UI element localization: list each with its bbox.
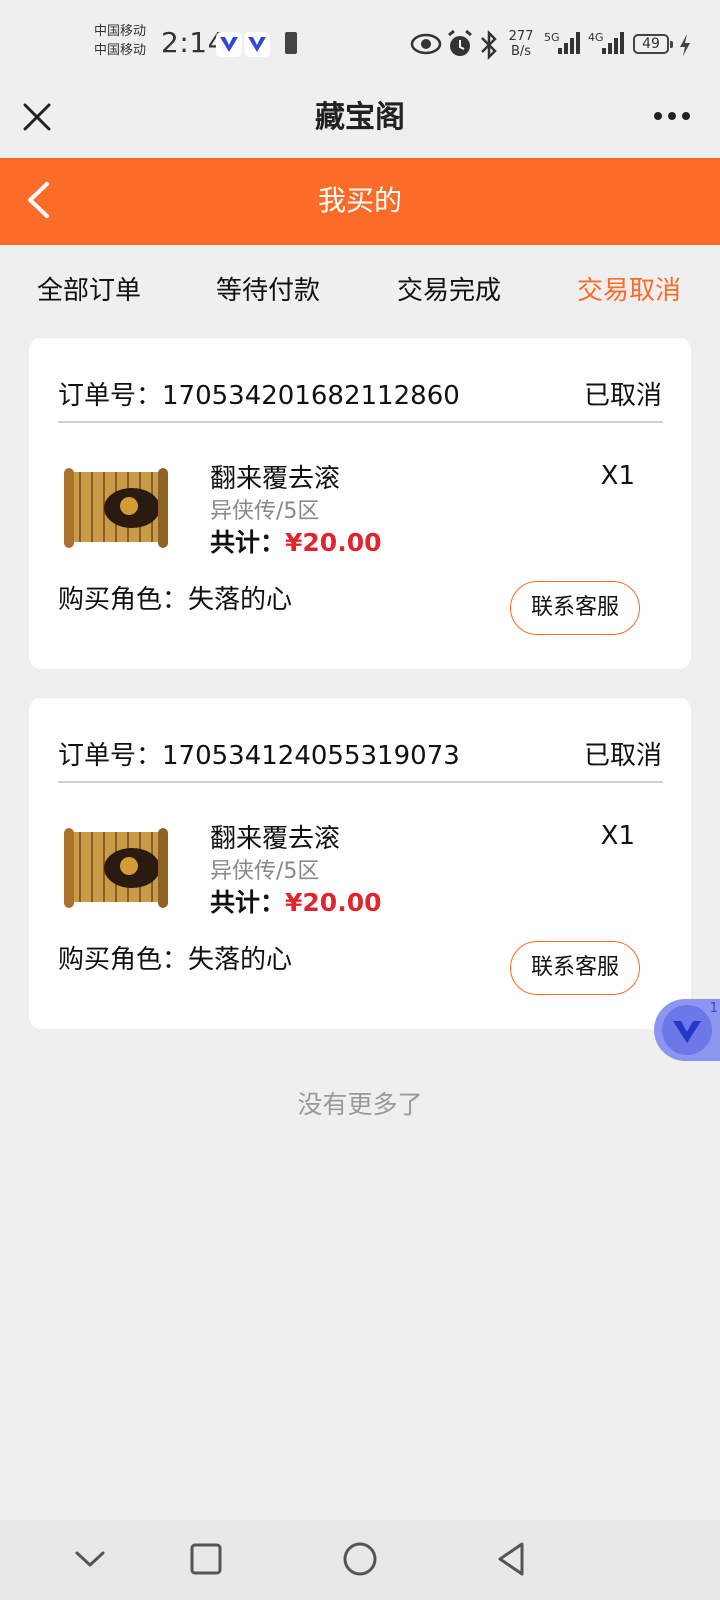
item-name: 翻来覆去滚 [210, 824, 341, 854]
order-number-label: 订单号： [58, 741, 163, 771]
tab-cancelled[interactable]: 交易取消 [577, 273, 681, 309]
recent-apps-icon[interactable] [183, 1536, 229, 1582]
vivo-v-icon [244, 32, 270, 57]
tab-pending-payment[interactable]: 等待付款 [216, 273, 320, 309]
buyer-role: 购买角色：失落的心 [58, 942, 292, 978]
order-status: 已取消 [583, 741, 662, 771]
signal-5g-label: 5G [544, 31, 560, 44]
network-speed: 277 B/s [506, 29, 536, 59]
divider [58, 781, 663, 783]
divider [58, 421, 663, 423]
bluetooth-icon [481, 29, 497, 61]
item-server: 异侠传/5区 [210, 859, 320, 884]
role-name: 失落的心 [188, 585, 293, 615]
item-server: 异侠传/5区 [210, 499, 320, 524]
order-number: 订单号：170534124055319073 [58, 738, 460, 774]
charging-icon [680, 34, 690, 56]
order-status: 已取消 [583, 381, 662, 411]
floating-assistant-button[interactable]: 1 [654, 999, 720, 1061]
carrier-2: 中国移动 [94, 43, 147, 58]
order-card: 订单号：170534201682112860 已取消 翻来覆去滚 异侠传/5区 … [29, 338, 691, 669]
vivo-v-icon [216, 32, 242, 57]
role-label: 购买角色： [58, 945, 189, 975]
back-triangle-icon[interactable] [489, 1536, 535, 1582]
section-header: 我买的 [0, 158, 720, 245]
home-icon[interactable] [337, 1536, 383, 1582]
more-dot [654, 112, 662, 120]
alarm-icon [448, 29, 472, 56]
status-bar: 中国移动 中国移动 2:14 277 B/s 5G 4G 49 [0, 0, 720, 86]
role-label: 购买角色： [58, 585, 189, 615]
item-total: 共计：¥20.00 [210, 886, 382, 920]
order-number: 订单号：170534201682112860 [58, 378, 460, 414]
collapse-icon[interactable] [67, 1536, 113, 1582]
eye-icon [410, 33, 442, 55]
item-quantity: X1 [600, 461, 635, 491]
title-bar: 藏宝阁 [0, 86, 720, 158]
tab-completed[interactable]: 交易完成 [397, 273, 501, 309]
page-title: 藏宝阁 [315, 100, 405, 135]
more-dot [668, 112, 676, 120]
item-total: 共计：¥20.00 [210, 526, 382, 560]
scroll-item-image [64, 828, 168, 908]
carrier-labels: 中国移动 中国移动 [94, 22, 160, 60]
carrier-1: 中国移动 [94, 24, 147, 39]
more-icon[interactable] [650, 112, 690, 122]
system-navigation-bar [0, 1520, 720, 1600]
vivo-v-icon [662, 1005, 712, 1055]
contact-service-button[interactable]: 联系客服 [510, 581, 640, 635]
role-name: 失落的心 [188, 945, 293, 975]
more-dot [682, 112, 690, 120]
order-number-label: 订单号： [58, 381, 163, 411]
item-quantity: X1 [600, 821, 635, 851]
battery-small-icon [285, 32, 297, 54]
order-number-value: 170534124055319073 [162, 741, 460, 771]
total-price: ¥20.00 [285, 888, 382, 917]
order-tabs: 全部订单 等待付款 交易完成 交易取消 [0, 245, 720, 337]
total-price: ¥20.00 [285, 528, 382, 557]
total-label: 共计： [210, 888, 286, 917]
speed-value: 277 [508, 29, 534, 44]
scroll-item-image [64, 468, 168, 548]
bubble-count: 1 [709, 1001, 718, 1016]
buyer-role: 购买角色：失落的心 [58, 582, 292, 618]
total-label: 共计： [210, 528, 286, 557]
tab-all-orders[interactable]: 全部订单 [37, 273, 141, 309]
order-card: 订单号：170534124055319073 已取消 翻来覆去滚 异侠传/5区 … [29, 698, 691, 1029]
item-name: 翻来覆去滚 [210, 464, 341, 494]
order-number-value: 170534201682112860 [162, 381, 460, 411]
no-more-text: 没有更多了 [297, 1090, 423, 1119]
signal-4g-label: 4G [588, 31, 604, 44]
signal-4g-icon: 4G [588, 31, 624, 54]
signal-5g-icon: 5G [544, 31, 580, 54]
contact-service-button[interactable]: 联系客服 [510, 941, 640, 995]
header-title: 我买的 [317, 184, 402, 217]
speed-unit: B/s [510, 44, 532, 59]
battery-icon: 49 [633, 34, 673, 54]
